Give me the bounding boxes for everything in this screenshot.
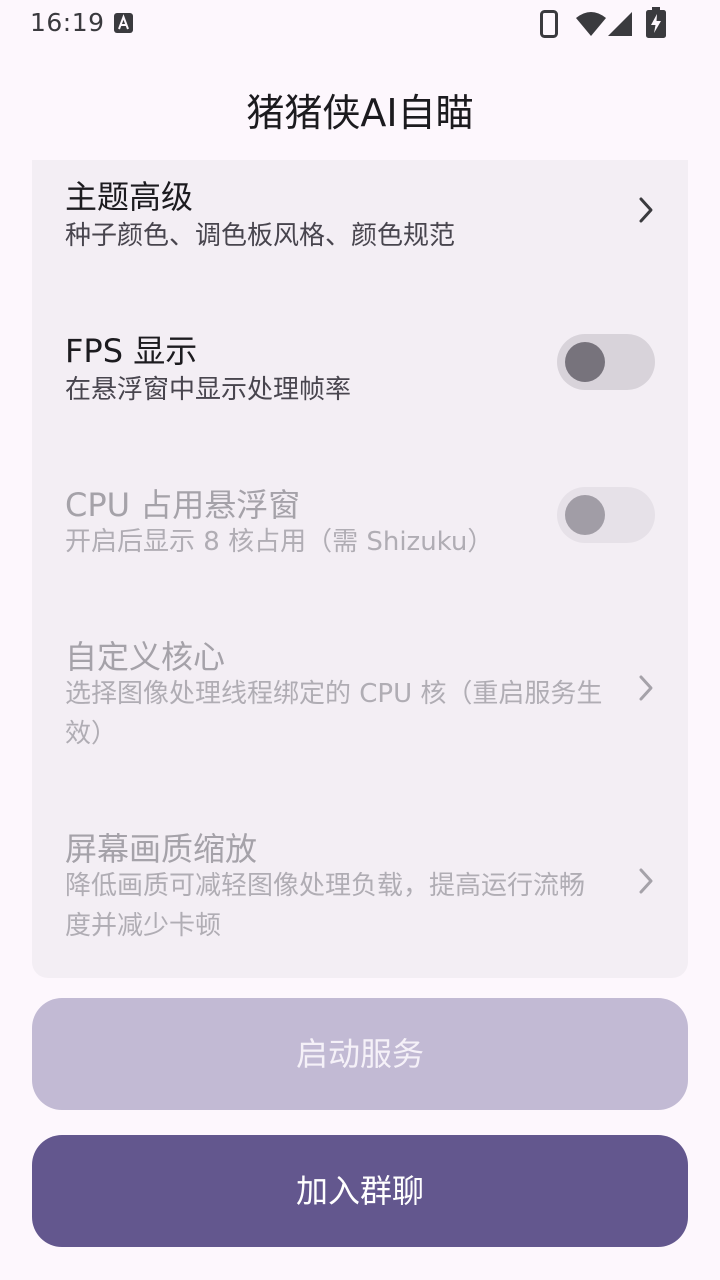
- toggle-knob: [565, 495, 605, 535]
- start-service-button[interactable]: 启动服务: [32, 998, 688, 1110]
- setting-description: 选择图像处理线程绑定的 CPU 核（重启服务生效）: [65, 679, 603, 749]
- chevron-right-icon: [639, 675, 653, 701]
- phone-icon: [540, 10, 558, 38]
- chevron-right-icon: [639, 868, 653, 894]
- setting-title: FPS 显示: [65, 332, 198, 370]
- wifi-icon: [576, 12, 606, 36]
- setting-description: 在悬浮窗中显示处理帧率: [65, 375, 352, 405]
- setting-theme-advanced[interactable]: 主题高级 种子颜色、调色板风格、颜色规范: [32, 160, 688, 300]
- cpu-usage-overlay-toggle[interactable]: [557, 487, 655, 543]
- settings-card: 主题高级 种子颜色、调色板风格、颜色规范 FPS 显示 在悬浮窗中显示处理帧率 …: [32, 160, 688, 978]
- setting-title: 自定义核心: [65, 638, 226, 676]
- setting-fps-display[interactable]: FPS 显示 在悬浮窗中显示处理帧率: [32, 310, 688, 450]
- status-time: 16:19: [30, 8, 105, 37]
- setting-custom-core[interactable]: 自定义核心 选择图像处理线程绑定的 CPU 核（重启服务生效）: [32, 620, 688, 770]
- setting-title: 主题高级: [65, 178, 194, 216]
- app-title: 猪猪侠AI自瞄: [246, 91, 474, 135]
- toggle-knob: [565, 342, 605, 382]
- setting-description: 种子颜色、调色板风格、颜色规范: [65, 221, 456, 251]
- fps-display-toggle[interactable]: [557, 334, 655, 390]
- chevron-right-icon: [639, 197, 653, 223]
- status-bar: 16:19: [0, 0, 720, 48]
- setting-screen-quality-scaling[interactable]: 屏幕画质缩放 降低画质可减轻图像处理负载，提高运行流畅度并减少卡顿: [32, 812, 688, 972]
- battery-charging-icon: [646, 7, 666, 38]
- setting-cpu-usage-overlay[interactable]: CPU 占用悬浮窗 开启后显示 8 核占用（需 Shizuku）: [32, 464, 688, 604]
- accessibility-a-icon: [114, 13, 133, 33]
- join-group-button[interactable]: 加入群聊: [32, 1135, 688, 1247]
- setting-title: 屏幕画质缩放: [65, 830, 258, 868]
- setting-title: CPU 占用悬浮窗: [65, 486, 301, 524]
- setting-description: 降低画质可减轻图像处理负载，提高运行流畅度并减少卡顿: [65, 871, 586, 941]
- signal-icon: [608, 12, 632, 36]
- setting-description: 开启后显示 8 核占用（需 Shizuku）: [65, 527, 494, 557]
- app-screen: 16:19 猪猪侠AI自瞄 主题高级 种子颜色、调色板风格、颜色规范 FPS 显…: [0, 0, 720, 1280]
